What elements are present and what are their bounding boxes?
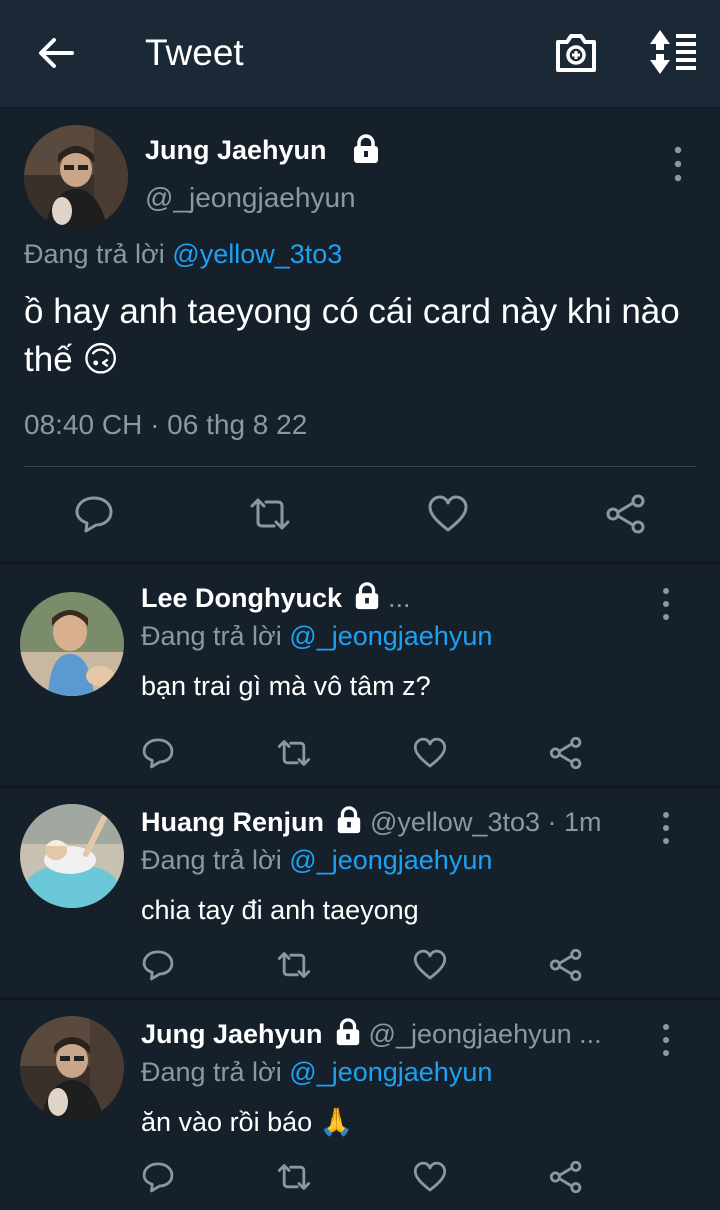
sort-list-icon[interactable] bbox=[644, 28, 700, 76]
replying-to: Đang trả lời @yellow_3to3 bbox=[24, 236, 342, 272]
author-name[interactable]: Jung Jaehyun bbox=[141, 1019, 323, 1049]
tweet-timestamp: 08:40 CH · 06 thg 8 22 bbox=[24, 409, 308, 440]
author-handle[interactable]: @_jeongjaehyun ... bbox=[369, 1019, 602, 1049]
lock-icon bbox=[355, 582, 379, 610]
reply-header: Jung Jaehyun @_jeongjaehyun ... bbox=[141, 1016, 602, 1052]
avatar[interactable] bbox=[24, 125, 128, 229]
more-vertical-icon[interactable] bbox=[658, 1020, 674, 1060]
replying-to-link[interactable]: @_jeongjaehyun bbox=[289, 1057, 492, 1087]
more-vertical-icon[interactable] bbox=[658, 808, 674, 848]
camera-plus-icon[interactable] bbox=[552, 30, 600, 76]
like-heart-icon[interactable] bbox=[426, 492, 470, 536]
reply-tweet[interactable]: Huang Renjun @yellow_3to3 · 1m Đang trả l… bbox=[0, 788, 720, 998]
arrow-left-icon[interactable] bbox=[32, 30, 80, 76]
replying-to: Đang trả lời @_jeongjaehyun bbox=[141, 618, 492, 654]
author-name[interactable]: Lee Donghyuck bbox=[141, 583, 342, 613]
main-tweet: Jung Jaehyun @_jeongjaehyun Đang trả lời… bbox=[0, 108, 720, 563]
app-bar: Tweet bbox=[0, 0, 720, 108]
replying-prefix: Đang trả lời bbox=[141, 621, 282, 651]
author-handle[interactable]: @_jeongjaehyun bbox=[145, 180, 356, 216]
lock-icon bbox=[354, 134, 378, 163]
reply-icon[interactable] bbox=[72, 492, 116, 536]
lock-icon bbox=[337, 806, 361, 834]
share-icon[interactable] bbox=[548, 735, 584, 771]
reply-text: bạn trai gì mà vô tâm z? bbox=[141, 671, 431, 701]
reply-tweet[interactable]: Lee Donghyuck... Đang trả lời @_jeongjae… bbox=[0, 564, 720, 774]
retweet-icon[interactable] bbox=[276, 1159, 312, 1195]
more-vertical-icon[interactable] bbox=[658, 584, 674, 624]
retweet-icon[interactable] bbox=[276, 947, 312, 983]
reply-icon[interactable] bbox=[140, 1159, 176, 1195]
tweet-text: ồ hay anh taeyong có cái card này khi nà… bbox=[24, 292, 680, 379]
reply-tweet[interactable]: Jung Jaehyun @_jeongjaehyun ... Đang trả … bbox=[0, 1000, 720, 1210]
replying-prefix: Đang trả lời bbox=[141, 1057, 282, 1087]
author-handle[interactable]: @yellow_3to3 · 1m bbox=[370, 807, 602, 837]
like-heart-icon[interactable] bbox=[412, 1159, 448, 1195]
retweet-icon[interactable] bbox=[248, 492, 292, 536]
reply-icon[interactable] bbox=[140, 735, 176, 771]
share-icon[interactable] bbox=[548, 1159, 584, 1195]
share-icon[interactable] bbox=[604, 492, 648, 536]
replying-to-link[interactable]: @_jeongjaehyun bbox=[289, 845, 492, 875]
more-vertical-icon[interactable] bbox=[670, 144, 686, 184]
replying-to-link[interactable]: @_jeongjaehyun bbox=[289, 621, 492, 651]
avatar[interactable] bbox=[20, 1016, 124, 1120]
lock-icon bbox=[336, 1018, 359, 1046]
page-title: Tweet bbox=[145, 32, 244, 73]
retweet-icon[interactable] bbox=[276, 735, 312, 771]
like-heart-icon[interactable] bbox=[412, 735, 448, 771]
reply-icon[interactable] bbox=[140, 947, 176, 983]
reply-text: chia tay đi anh taeyong bbox=[141, 895, 419, 925]
reply-header: Huang Renjun @yellow_3to3 · 1m bbox=[141, 804, 602, 840]
replying-to-link[interactable]: @yellow_3to3 bbox=[172, 239, 342, 269]
avatar[interactable] bbox=[20, 592, 124, 696]
author-name[interactable]: Huang Renjun bbox=[141, 807, 324, 837]
author-name[interactable]: Jung Jaehyun bbox=[145, 132, 327, 168]
replying-prefix: Đang trả lời bbox=[141, 845, 282, 875]
like-heart-icon[interactable] bbox=[412, 947, 448, 983]
replying-to: Đang trả lời @_jeongjaehyun bbox=[141, 1054, 492, 1090]
author-handle[interactable]: ... bbox=[388, 583, 411, 613]
reply-text: ăn vào rồi báo 🙏 bbox=[141, 1107, 354, 1137]
avatar[interactable] bbox=[20, 804, 124, 908]
share-icon[interactable] bbox=[548, 947, 584, 983]
divider bbox=[24, 466, 696, 467]
replying-to: Đang trả lời @_jeongjaehyun bbox=[141, 842, 492, 878]
replying-prefix: Đang trả lời bbox=[24, 239, 165, 269]
reply-header: Lee Donghyuck... bbox=[141, 580, 411, 616]
